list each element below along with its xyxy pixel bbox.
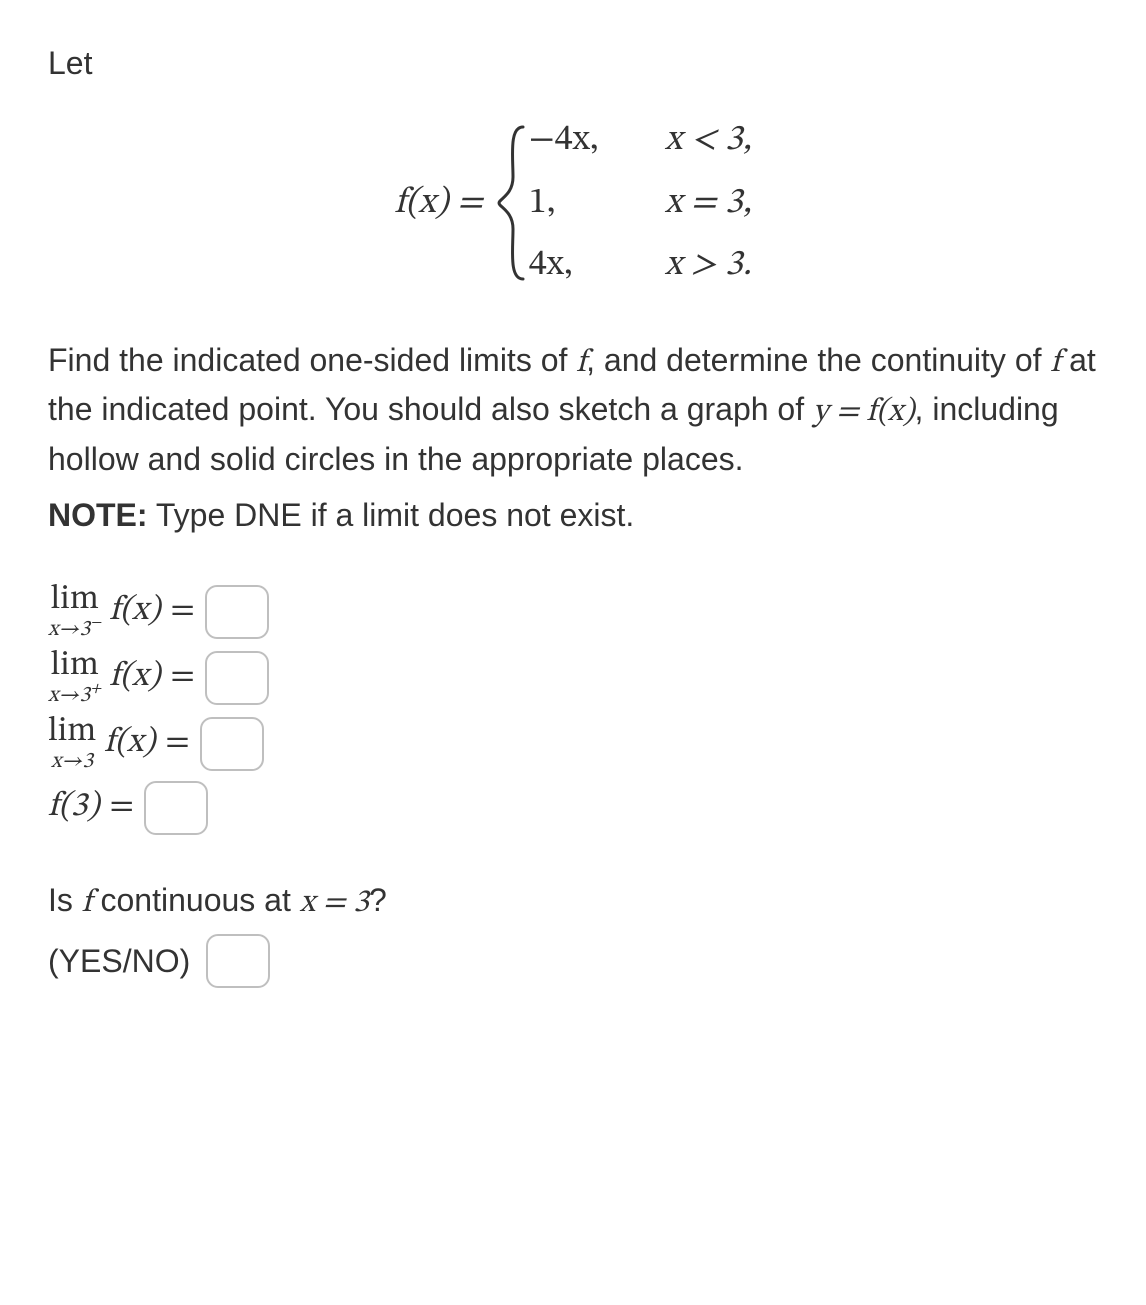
cont-mid: continuous at: [92, 882, 300, 918]
case-expr-0: −4x,: [529, 114, 619, 166]
limit-right-input[interactable]: [205, 651, 269, 705]
lim-left-func: f(x): [109, 587, 160, 636]
case-cond-2: x > 3.: [665, 239, 752, 291]
case-expr-2: 4x,: [529, 239, 619, 291]
instr-f2: f: [1050, 347, 1060, 379]
lim-word: lim: [51, 583, 99, 617]
f-of-3-row: f(3) =: [48, 781, 1098, 835]
lim-func: f(x): [104, 719, 155, 768]
f-of-3-input[interactable]: [144, 781, 208, 835]
yes-no-row: (YES/NO): [48, 934, 1098, 988]
limit-two-sided-row: lim x→3 f(x) =: [48, 715, 1098, 773]
note-text: Type DNE if a limit does not exist.: [148, 497, 635, 533]
case-expr-1: 1,: [529, 177, 619, 229]
limit-two-sided-input[interactable]: [200, 717, 264, 771]
lim-sub-right: x→3+: [48, 685, 101, 707]
yes-no-input[interactable]: [206, 934, 270, 988]
lim-sub-left: x→3−: [48, 619, 101, 641]
limit-left-row: lim x→3− f(x) =: [48, 583, 1098, 641]
cont-f: f: [82, 887, 92, 919]
cont-xeq: x = 3: [300, 887, 369, 919]
cont-post: ?: [369, 882, 387, 918]
intro-text: Let: [48, 40, 1098, 86]
limit-right-row: lim x→3+ f(x) =: [48, 649, 1098, 707]
function-lhs: f(x) =: [394, 177, 482, 229]
left-brace-icon: [495, 114, 529, 291]
cont-pre: Is: [48, 882, 82, 918]
eq-sign: =: [170, 653, 194, 702]
piecewise-function: f(x) = −4x, x < 3, 1, x = 3, 4x, x > 3.: [48, 114, 1098, 291]
eq-sign: =: [165, 719, 189, 768]
continuity-question: Is f continuous at x = 3?: [48, 877, 1098, 926]
lim-sub-two: x→3: [51, 751, 93, 773]
yes-no-label: (YES/NO): [48, 938, 190, 984]
lim-right-func: f(x): [109, 653, 160, 702]
limit-left-input[interactable]: [205, 585, 269, 639]
instr-part2: , and determine the continuity of: [586, 342, 1050, 378]
case-cond-0: x < 3,: [665, 114, 752, 166]
eq-sign: =: [110, 783, 134, 832]
note-line: NOTE: Type DNE if a limit does not exist…: [48, 492, 1098, 538]
instr-eq: y = f(x): [813, 396, 915, 428]
lim-word: lim: [48, 715, 96, 749]
case-cond-1: x = 3,: [665, 177, 752, 229]
instr-f1: f: [576, 347, 586, 379]
lim-word: lim: [51, 649, 99, 683]
instr-part1: Find the indicated one-sided limits of: [48, 342, 576, 378]
f-of-3-label: f(3): [48, 783, 100, 832]
instructions-paragraph: Find the indicated one-sided limits of f…: [48, 337, 1098, 482]
note-label: NOTE:: [48, 497, 148, 533]
eq-sign: =: [170, 587, 194, 636]
